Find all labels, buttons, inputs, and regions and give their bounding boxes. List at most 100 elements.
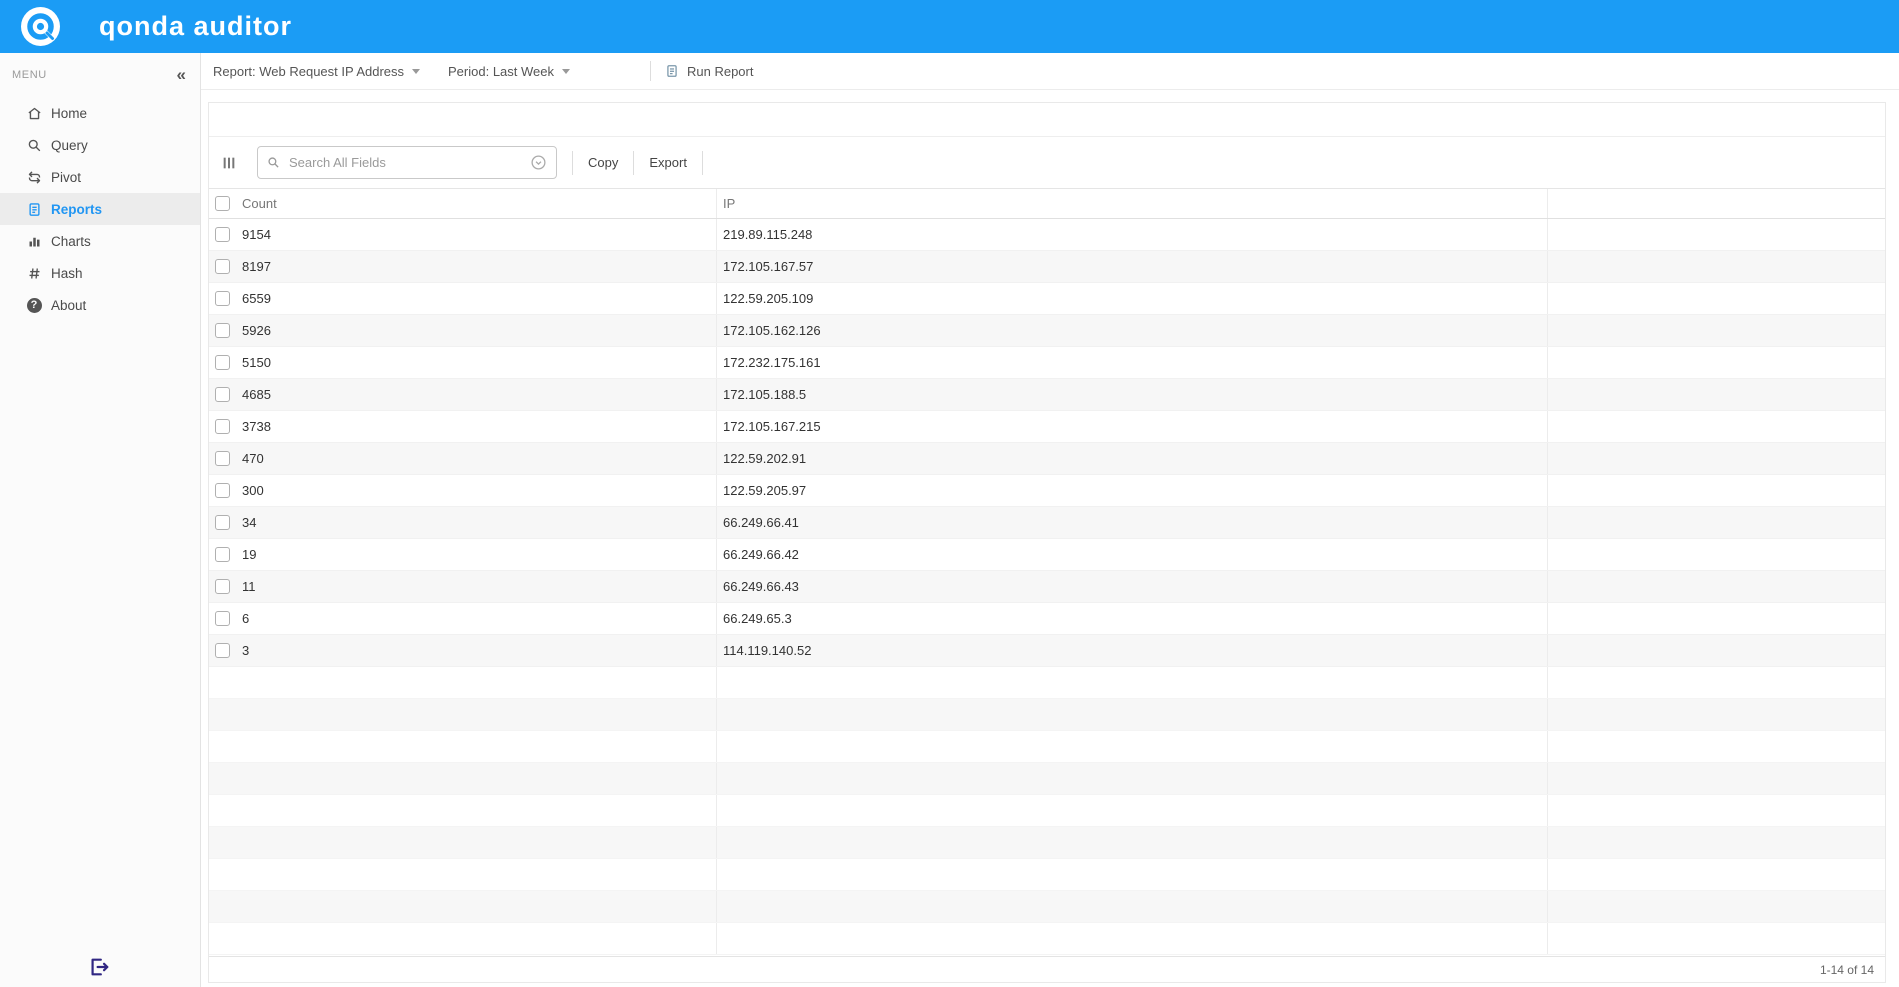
row-checkbox[interactable]	[215, 483, 230, 498]
menu-label: MENU	[12, 69, 47, 81]
row-checkbox[interactable]	[215, 227, 230, 242]
row-checkbox[interactable]	[215, 355, 230, 370]
row-checkbox[interactable]	[215, 259, 230, 274]
empty-row	[209, 667, 1885, 699]
search-input[interactable]	[287, 154, 530, 171]
period-selector[interactable]: Period: Last Week	[448, 64, 570, 79]
row-checkbox[interactable]	[215, 611, 230, 626]
row-checkbox-cell	[209, 443, 237, 474]
grid-footer: 1-14 of 14	[209, 956, 1885, 982]
sidebar-item-pivot[interactable]: Pivot	[0, 161, 200, 193]
empty-row	[209, 859, 1885, 891]
row-spacer	[1548, 443, 1885, 474]
table-row: 19 66.249.66.42	[209, 539, 1885, 571]
column-header-spacer	[1548, 189, 1885, 218]
ip-cell: 172.105.162.126	[717, 315, 1548, 346]
table-header: Count IP	[209, 188, 1885, 219]
pagination-range-label: 1-14 of 14	[1820, 963, 1874, 977]
report-doc-icon	[665, 64, 679, 78]
report-selector[interactable]: Report: Web Request IP Address	[213, 64, 420, 79]
empty-row	[209, 763, 1885, 795]
row-checkbox-cell	[209, 603, 237, 634]
row-spacer	[1548, 507, 1885, 538]
run-report-button[interactable]: Run Report	[665, 64, 753, 79]
table-row: 34 66.249.66.41	[209, 507, 1885, 539]
main-content: Report: Web Request IP Address Period: L…	[201, 53, 1899, 987]
row-spacer	[1548, 379, 1885, 410]
column-chooser-icon[interactable]	[221, 155, 237, 171]
ip-cell: 114.119.140.52	[717, 635, 1548, 666]
copy-button[interactable]: Copy	[588, 155, 618, 170]
row-checkbox[interactable]	[215, 547, 230, 562]
logout-icon[interactable]	[88, 956, 110, 978]
count-cell: 300	[237, 475, 717, 506]
ip-cell: 172.105.167.57	[717, 251, 1548, 282]
ip-cell: 66.249.66.42	[717, 539, 1548, 570]
table-row: 11 66.249.66.43	[209, 571, 1885, 603]
empty-row	[209, 923, 1885, 955]
row-checkbox[interactable]	[215, 643, 230, 658]
empty-row	[209, 827, 1885, 859]
sidebar-item-hash[interactable]: Hash	[0, 257, 200, 289]
column-header-count[interactable]: Count	[237, 189, 717, 218]
count-cell: 19	[237, 539, 717, 570]
empty-row	[209, 731, 1885, 763]
row-checkbox[interactable]	[215, 291, 230, 306]
table-row: 4685 172.105.188.5	[209, 379, 1885, 411]
column-header-ip[interactable]: IP	[717, 189, 1548, 218]
row-checkbox[interactable]	[215, 419, 230, 434]
ip-cell: 172.105.188.5	[717, 379, 1548, 410]
sidebar-nav: Home Query Pivot Reports Charts	[0, 97, 200, 321]
row-checkbox-cell	[209, 379, 237, 410]
ip-cell: 66.249.65.3	[717, 603, 1548, 634]
about-icon	[26, 297, 42, 313]
row-spacer	[1548, 283, 1885, 314]
home-icon	[26, 105, 42, 121]
search-box	[257, 146, 557, 179]
search-icon	[267, 156, 280, 169]
row-checkbox[interactable]	[215, 515, 230, 530]
row-spacer	[1548, 635, 1885, 666]
report-toolbar: Report: Web Request IP Address Period: L…	[201, 53, 1899, 90]
row-checkbox[interactable]	[215, 387, 230, 402]
panel-header-strip	[209, 103, 1885, 137]
sidebar-item-reports[interactable]: Reports	[0, 193, 200, 225]
ip-cell: 66.249.66.43	[717, 571, 1548, 602]
row-checkbox[interactable]	[215, 579, 230, 594]
row-checkbox[interactable]	[215, 323, 230, 338]
count-cell: 8197	[237, 251, 717, 282]
sidebar-item-home[interactable]: Home	[0, 97, 200, 129]
export-button[interactable]: Export	[649, 155, 687, 170]
divider	[702, 151, 703, 175]
sidebar-item-query[interactable]: Query	[0, 129, 200, 161]
table-row: 6559 122.59.205.109	[209, 283, 1885, 315]
chevron-down-icon	[562, 69, 570, 74]
table-body: 9154 219.89.115.248 8197 172.105.167.57 …	[209, 219, 1885, 956]
table-row: 5926 172.105.162.126	[209, 315, 1885, 347]
grid-toolbar: Copy Export	[209, 137, 1885, 188]
sidebar-collapse-button[interactable]	[177, 66, 186, 83]
count-cell: 470	[237, 443, 717, 474]
search-icon	[26, 137, 42, 153]
report-panel: Copy Export Count IP 9154 219.89.115.248…	[208, 102, 1886, 983]
row-checkbox-cell	[209, 571, 237, 602]
sidebar-item-label: Charts	[51, 234, 91, 249]
charts-icon	[26, 233, 42, 249]
chevron-down-icon	[412, 69, 420, 74]
select-all-checkbox[interactable]	[215, 196, 230, 211]
ip-cell: 122.59.205.97	[717, 475, 1548, 506]
app-header: qonda auditor	[0, 0, 1899, 53]
sidebar-item-label: Home	[51, 106, 87, 121]
sidebar-item-about[interactable]: About	[0, 289, 200, 321]
app-logo-icon	[20, 6, 61, 47]
empty-row	[209, 699, 1885, 731]
period-selector-label: Period: Last Week	[448, 64, 554, 79]
reports-icon	[26, 201, 42, 217]
search-options-icon[interactable]	[530, 154, 547, 171]
row-spacer	[1548, 251, 1885, 282]
count-cell: 34	[237, 507, 717, 538]
table-row: 5150 172.232.175.161	[209, 347, 1885, 379]
row-checkbox[interactable]	[215, 451, 230, 466]
row-checkbox-cell	[209, 507, 237, 538]
sidebar-item-charts[interactable]: Charts	[0, 225, 200, 257]
